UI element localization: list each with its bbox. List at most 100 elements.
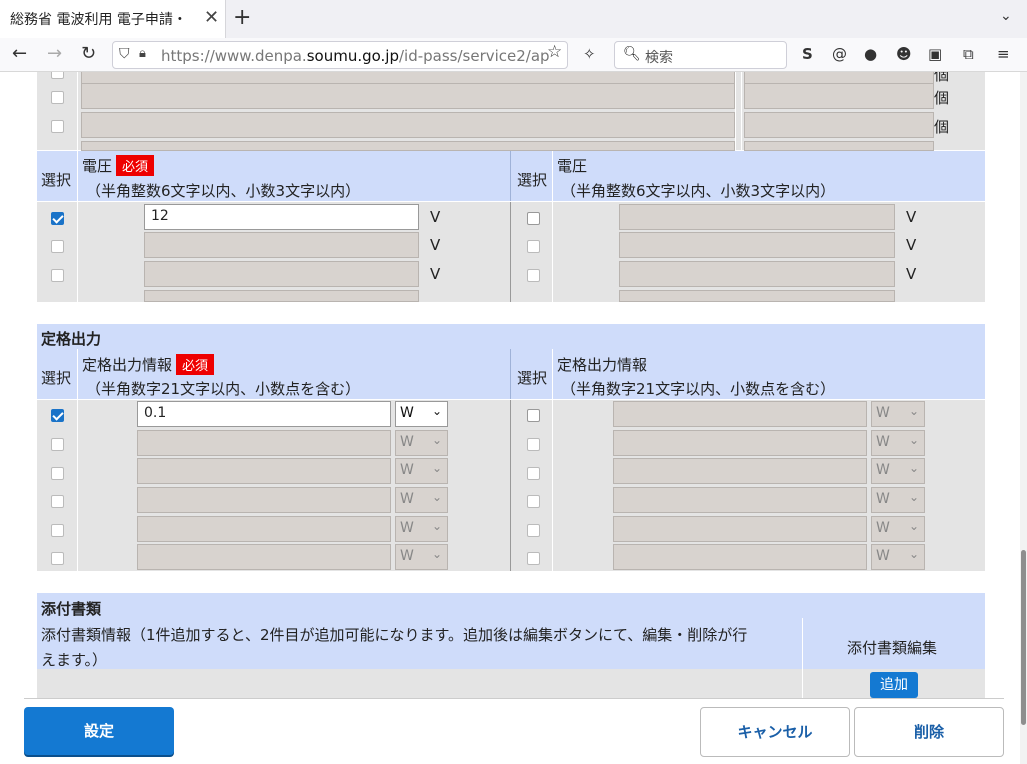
shield-icon[interactable]: ⛉ <box>119 46 130 62</box>
save-icon[interactable]: ▣ <box>928 45 942 63</box>
tab-bar: 総務省 電波利用 電子申請・ ✕ + ⌄ <box>0 0 1027 38</box>
voltage-checkbox-1[interactable] <box>51 212 64 225</box>
rated-output-unit-select-5[interactable]: W ⌄ <box>395 516 448 542</box>
previous-checkbox[interactable] <box>51 120 64 133</box>
bookmark-star-icon[interactable]: ☆ <box>547 42 562 62</box>
voltage-unit: V <box>906 265 917 283</box>
rated-output-right-input-1[interactable] <box>613 401 867 427</box>
search-placeholder: 検索 <box>645 50 673 66</box>
close-tab-icon[interactable]: ✕ <box>204 7 219 28</box>
rated-output-unit-select-4[interactable]: W ⌄ <box>395 487 448 513</box>
rated-output-right-checkbox-2[interactable] <box>527 438 540 451</box>
rated-output-checkbox-2[interactable] <box>51 438 64 451</box>
rated-output-right-checkbox-6[interactable] <box>527 552 540 565</box>
voltage-right-checkbox-3[interactable] <box>527 269 540 282</box>
rated-output-input-4[interactable] <box>137 487 391 513</box>
voltage-right-checkbox-1[interactable] <box>527 212 540 225</box>
reload-icon[interactable]: ↻ <box>81 43 96 64</box>
rated-output-checkbox-1[interactable] <box>51 409 64 422</box>
voltage-input-3[interactable] <box>144 261 419 287</box>
delete-button[interactable]: 削除 <box>854 707 1004 757</box>
extensions-puzzle-icon[interactable]: ⧉ <box>963 45 974 63</box>
menu-icon[interactable]: ≡ <box>997 45 1010 63</box>
rated-output-right-input-5[interactable] <box>613 516 867 542</box>
rated-output-checkbox-6[interactable] <box>51 552 64 565</box>
voltage-unit: V <box>906 236 917 254</box>
chevron-down-icon: ⌄ <box>431 433 442 447</box>
voltage-checkbox-2[interactable] <box>51 240 64 253</box>
browser-tab[interactable]: 総務省 電波利用 電子申請・ ✕ <box>0 0 226 38</box>
rated-output-input-5[interactable] <box>137 516 391 542</box>
search-box[interactable]: 🔍︎ 検索 <box>614 41 787 69</box>
rated-output-right-unit-select-6[interactable]: W ⌄ <box>871 544 925 570</box>
rated-output-right-input-3[interactable] <box>613 458 867 484</box>
rated-output-right-checkbox-1[interactable] <box>527 409 540 422</box>
voltage-right-input-4[interactable] <box>619 290 895 302</box>
voltage-right-input-3[interactable] <box>619 261 895 287</box>
previous-count-input[interactable] <box>744 112 934 138</box>
rated-output-right-unit-select-4[interactable]: W ⌄ <box>871 487 925 513</box>
rated-output-checkbox-3[interactable] <box>51 467 64 480</box>
rated-output-unit-select-1[interactable]: W ⌄ <box>395 401 448 427</box>
rated-output-right-unit-select-1[interactable]: W ⌄ <box>871 401 925 427</box>
previous-count-input[interactable] <box>744 83 934 109</box>
rated-output-input-3[interactable] <box>137 458 391 484</box>
rated-output-select-label-2: 選択 <box>517 369 548 387</box>
new-tab-icon[interactable]: + <box>233 5 251 30</box>
rated-output-right-unit-select-3[interactable]: W ⌄ <box>871 458 925 484</box>
extension-s-icon[interactable]: S <box>802 45 813 63</box>
rated-output-right-checkbox-5[interactable] <box>527 524 540 537</box>
previous-input[interactable] <box>81 83 735 109</box>
voltage-right-checkbox-2[interactable] <box>527 240 540 253</box>
pocket-icon[interactable]: ✧ <box>583 45 596 63</box>
chevron-down-icon: ⌄ <box>431 547 442 561</box>
rated-output-input-1[interactable]: 0.1 <box>137 401 391 427</box>
rated-output-right-input-6[interactable] <box>613 544 867 570</box>
voltage-checkbox-3[interactable] <box>51 269 64 282</box>
required-badge: 必須 <box>176 354 215 375</box>
lock-icon[interactable]: 🔒︎ <box>139 46 146 61</box>
rated-output-right-input-2[interactable] <box>613 430 867 456</box>
tab-list-chevron-icon[interactable]: ⌄ <box>1000 8 1012 24</box>
rated-output-label-2: 定格出力情報 <box>557 356 648 374</box>
voltage-input-2[interactable] <box>144 232 419 258</box>
voltage-right-input-2[interactable] <box>619 232 895 258</box>
rated-output-right-input-4[interactable] <box>613 487 867 513</box>
url-text[interactable]: https://www.denpa.soumu.go.jp/id-pass/se… <box>161 47 561 65</box>
voltage-select-label: 選択 <box>41 171 72 189</box>
extension-a-icon[interactable]: @ <box>832 45 847 63</box>
rated-output-unit-select-2[interactable]: W ⌄ <box>395 430 448 456</box>
previous-checkbox[interactable] <box>51 72 64 79</box>
scrollbar-thumb[interactable] <box>1021 550 1026 725</box>
settings-button[interactable]: 設定 <box>24 707 174 755</box>
attachments-title: 添付書類 <box>41 600 102 618</box>
back-icon[interactable]: ← <box>12 43 27 64</box>
previous-input[interactable] <box>81 112 735 138</box>
rated-output-note-2: （半角数字21文字以内、小数点を含む） <box>561 380 836 398</box>
previous-count-input[interactable] <box>744 141 934 151</box>
add-attachment-button[interactable]: 追加 <box>870 672 918 698</box>
rated-output-unit-select-6[interactable]: W ⌄ <box>395 544 448 570</box>
previous-input[interactable] <box>81 141 735 151</box>
rated-output-right-unit-select-2[interactable]: W ⌄ <box>871 430 925 456</box>
rated-output-input-6[interactable] <box>137 544 391 570</box>
extension-circles-icon[interactable]: ● <box>864 45 877 63</box>
rated-output-checkbox-5[interactable] <box>51 524 64 537</box>
extension-person-icon[interactable]: ☻ <box>896 45 912 63</box>
address-bar[interactable]: ⛉ 🔒︎ https://www.denpa.soumu.go.jp/id-pa… <box>112 41 568 69</box>
rated-output-right-unit-select-5[interactable]: W ⌄ <box>871 516 925 542</box>
tab-title: 総務省 電波利用 電子申請・ <box>10 12 187 28</box>
rated-output-input-2[interactable] <box>137 430 391 456</box>
voltage-select-label-2: 選択 <box>517 171 548 189</box>
rated-output-note: （半角数字21文字以内、小数点を含む） <box>86 380 361 398</box>
voltage-input-1[interactable]: 12 <box>144 204 419 230</box>
rated-output-unit-select-3[interactable]: W ⌄ <box>395 458 448 484</box>
rated-output-right-checkbox-3[interactable] <box>527 467 540 480</box>
voltage-right-input-1[interactable] <box>619 204 895 230</box>
voltage-input-4[interactable] <box>144 290 419 302</box>
forward-icon[interactable]: → <box>47 43 62 64</box>
cancel-button[interactable]: キャンセル <box>700 707 850 757</box>
previous-checkbox[interactable] <box>51 91 64 104</box>
rated-output-checkbox-4[interactable] <box>51 495 64 508</box>
rated-output-right-checkbox-4[interactable] <box>527 495 540 508</box>
